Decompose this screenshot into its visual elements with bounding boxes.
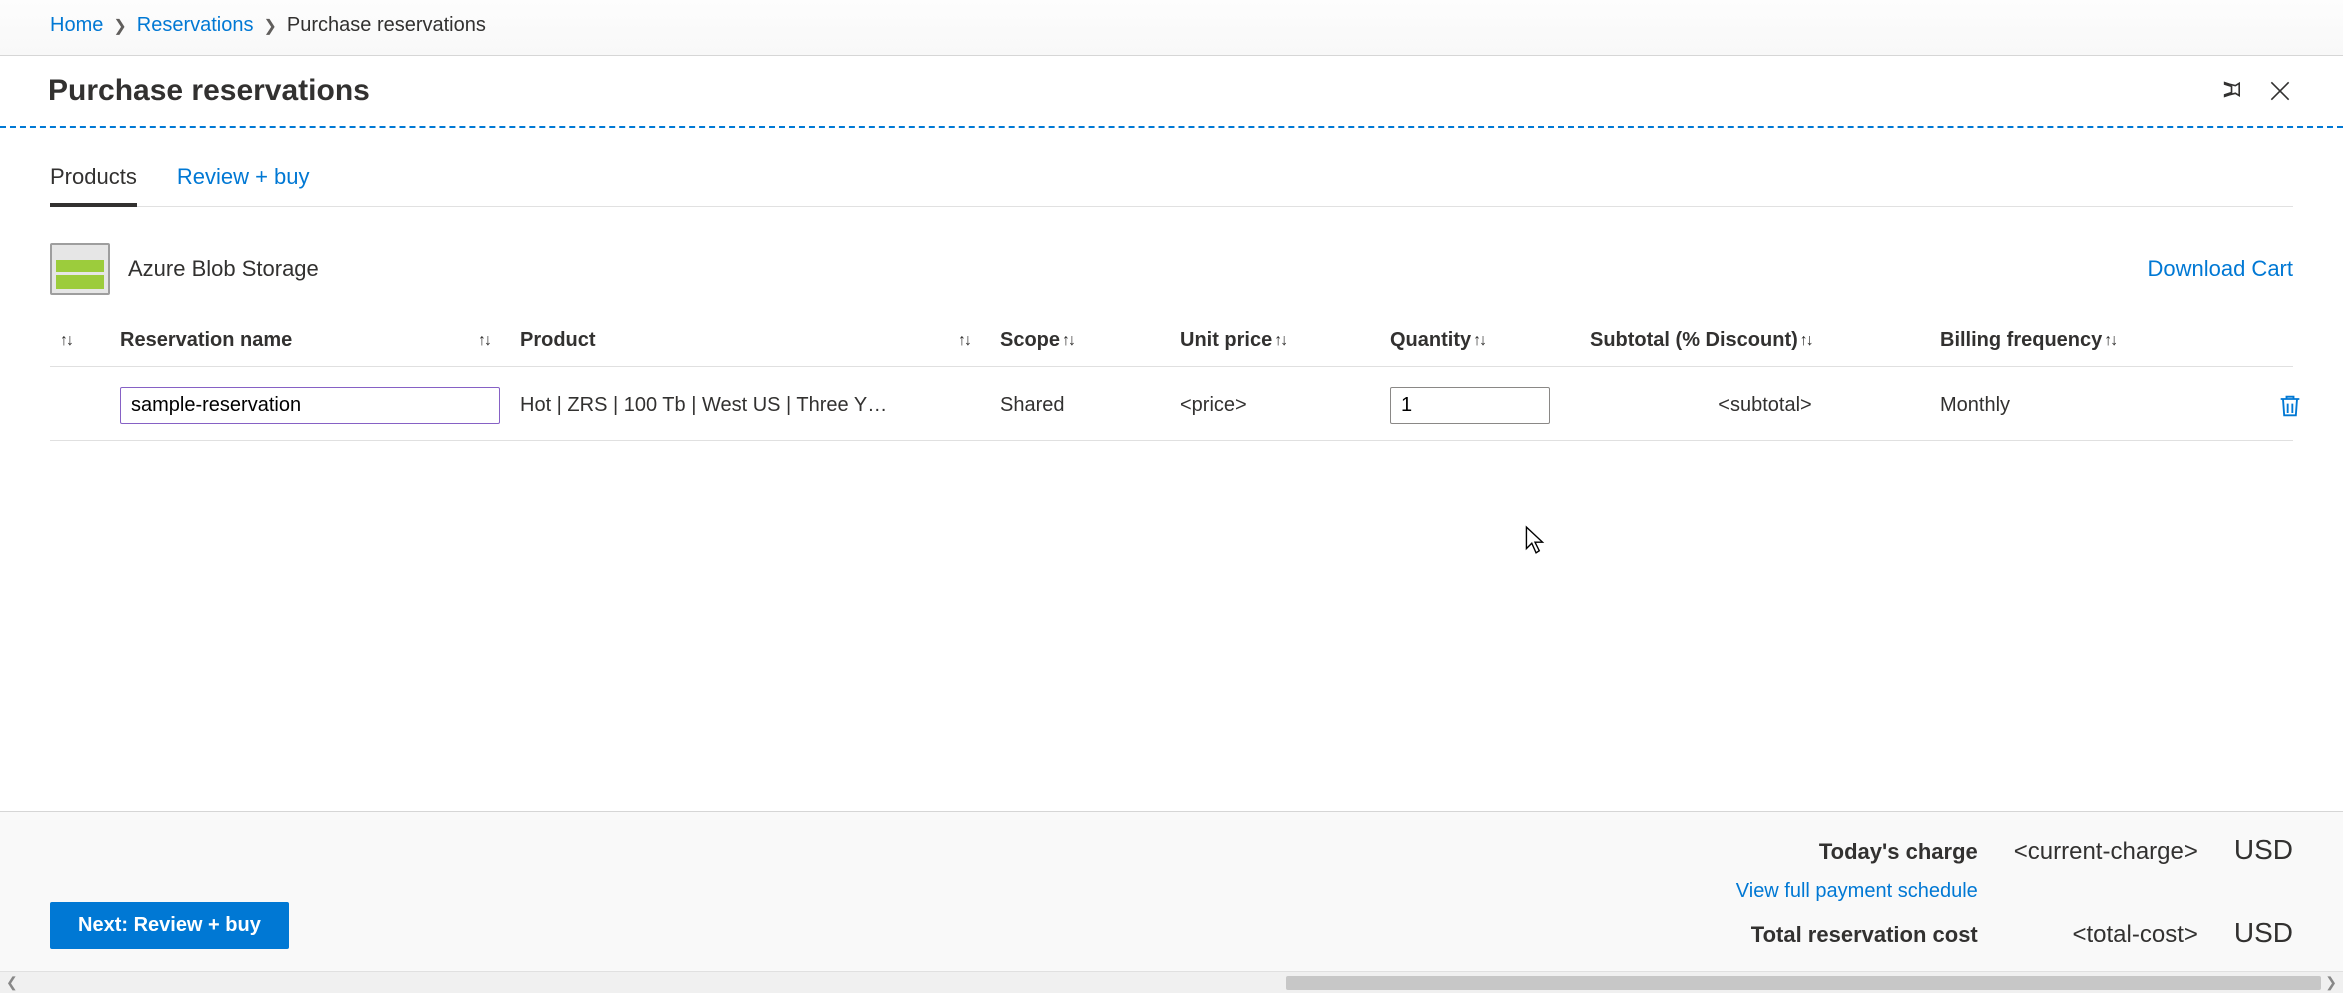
tabs: Products Review + buy (50, 158, 2293, 207)
col-subtotal[interactable]: Subtotal (% Discount)↑↓ (1590, 329, 1940, 352)
sort-icon: ↑↓ (958, 332, 1000, 350)
breadcrumb-reservations[interactable]: Reservations (137, 14, 254, 37)
service-row: Azure Blob Storage Download Cart (50, 243, 2293, 295)
total-cost-label: Total reservation cost (1736, 922, 1978, 948)
col-reservation-name[interactable]: Reservation name ↑↓ (120, 329, 520, 352)
scroll-right-icon[interactable]: ❯ (2325, 974, 2337, 991)
delete-row-button[interactable] (2240, 392, 2340, 420)
next-review-buy-button[interactable]: Next: Review + buy (50, 902, 289, 949)
col-reservation-name-label: Reservation name (120, 329, 292, 352)
view-payment-schedule-link[interactable]: View full payment schedule (1736, 880, 1978, 903)
cell-billing-frequency: Monthly (1940, 394, 2240, 417)
sort-icon: ↑↓ (1800, 332, 1812, 350)
cell-subtotal: <subtotal> (1590, 394, 1940, 417)
tab-products[interactable]: Products (50, 158, 137, 206)
page-title: Purchase reservations (48, 74, 370, 108)
cell-product: Hot | ZRS | 100 Tb | West US | Three Y… (520, 394, 1000, 417)
scroll-left-icon[interactable]: ❮ (6, 974, 18, 991)
currency-label: USD (2234, 834, 2293, 866)
col-product-label: Product (520, 329, 596, 352)
breadcrumb: Home ❯ Reservations ❯ Purchase reservati… (0, 0, 2343, 56)
currency-label: USD (2234, 917, 2293, 949)
sort-icon: ↑↓ (478, 332, 520, 350)
col-quantity-label: Quantity (1390, 329, 1471, 352)
quantity-input[interactable] (1390, 387, 1550, 424)
pin-icon[interactable] (2217, 78, 2243, 104)
reservations-table: ↑↓ Reservation name ↑↓ Product ↑↓ Scope↑… (50, 329, 2293, 441)
reservation-name-input[interactable] (120, 387, 500, 424)
cell-scope: Shared (1000, 394, 1180, 417)
horizontal-scrollbar[interactable]: ❮ ❯ (0, 971, 2343, 993)
chevron-right-icon: ❯ (263, 16, 276, 36)
col-unit-price[interactable]: Unit price↑↓ (1180, 329, 1390, 352)
bottom-bar: Next: Review + buy Today's charge <curre… (0, 811, 2343, 971)
todays-charge-value: <current-charge> (2014, 838, 2198, 866)
page-header: Purchase reservations (0, 56, 2343, 128)
chevron-right-icon: ❯ (113, 16, 126, 36)
breadcrumb-home[interactable]: Home (50, 14, 103, 37)
service-name: Azure Blob Storage (128, 256, 319, 282)
content-area: Products Review + buy Azure Blob Storage… (0, 128, 2343, 811)
col-subtotal-label: Subtotal (% Discount) (1590, 329, 1798, 352)
cell-unit-price: <price> (1180, 394, 1390, 417)
table-header: ↑↓ Reservation name ↑↓ Product ↑↓ Scope↑… (50, 329, 2293, 367)
breadcrumb-current: Purchase reservations (287, 14, 486, 37)
col-scope-label: Scope (1000, 329, 1060, 352)
col-billing-frequency[interactable]: Billing frequency↑↓ (1940, 329, 2240, 352)
col-unit-price-label: Unit price (1180, 329, 1272, 352)
todays-charge-label: Today's charge (1736, 839, 1978, 865)
totals-panel: Today's charge <current-charge> USD View… (1736, 834, 2293, 949)
col-billing-label: Billing frequency (1940, 329, 2102, 352)
total-cost-value: <total-cost> (2014, 921, 2198, 949)
scroll-thumb[interactable] (1286, 976, 2321, 990)
download-cart-link[interactable]: Download Cart (2147, 256, 2293, 282)
sort-icon: ↑↓ (1274, 332, 1286, 350)
sort-handle[interactable]: ↑↓ (50, 332, 120, 350)
sort-icon: ↑↓ (2104, 332, 2116, 350)
sort-icon: ↑↓ (1473, 332, 1485, 350)
col-quantity[interactable]: Quantity↑↓ (1390, 329, 1590, 352)
tab-review-buy[interactable]: Review + buy (177, 158, 310, 206)
storage-icon (50, 243, 110, 295)
col-scope[interactable]: Scope↑↓ (1000, 329, 1180, 352)
close-icon[interactable] (2267, 78, 2293, 104)
sort-icon: ↑↓ (1062, 332, 1074, 350)
col-product[interactable]: Product ↑↓ (520, 329, 1000, 352)
table-row: Hot | ZRS | 100 Tb | West US | Three Y… … (50, 381, 2293, 441)
